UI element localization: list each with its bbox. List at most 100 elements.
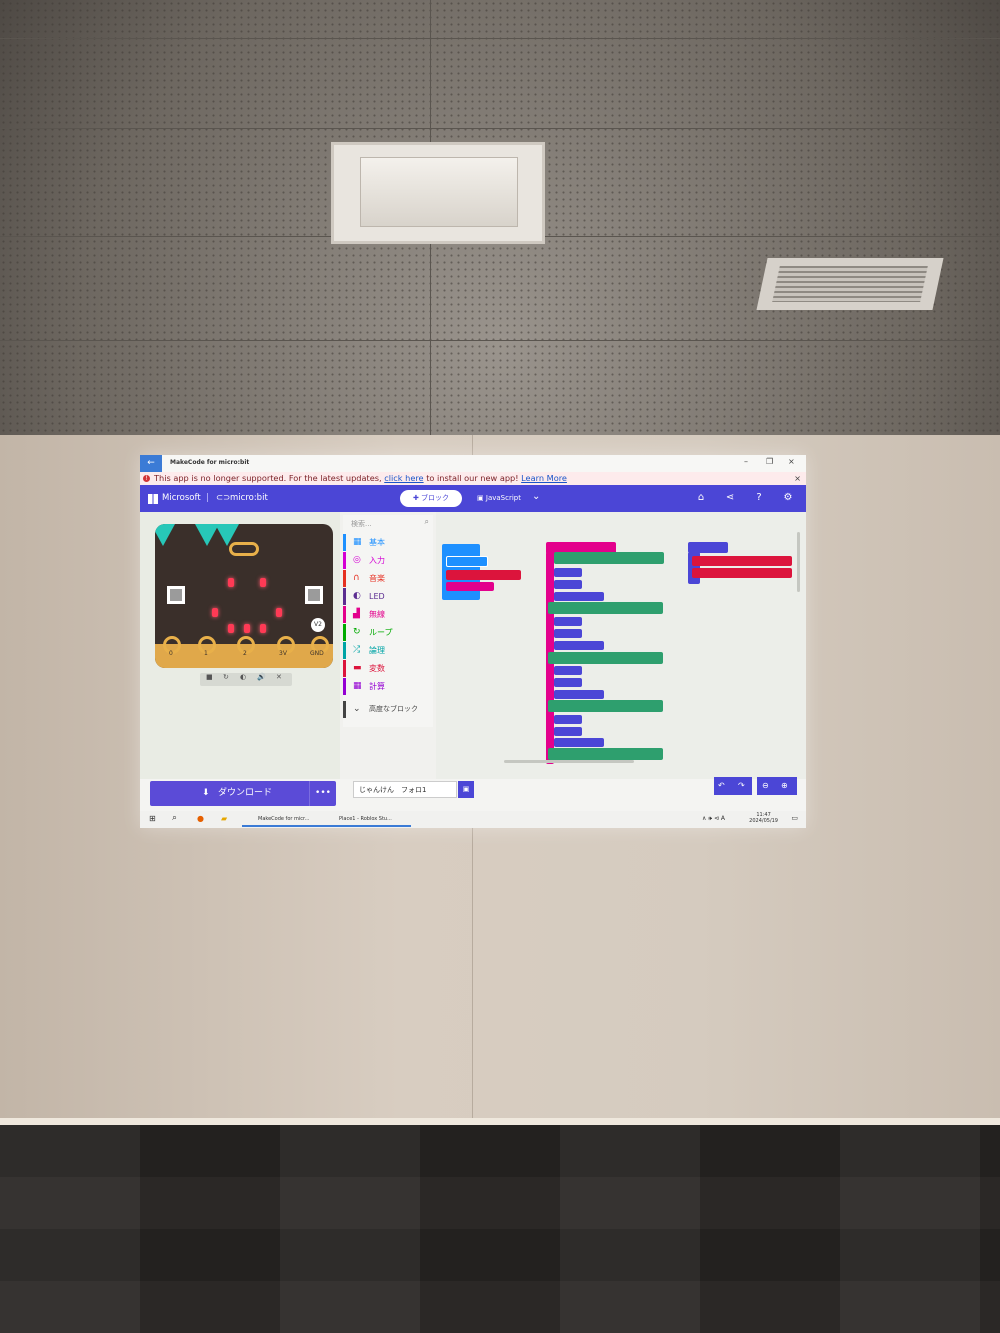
stop-icon[interactable]: ■ — [206, 673, 213, 681]
tab-blocks[interactable]: ✚ ブロック — [400, 490, 462, 507]
else-if-block[interactable] — [548, 602, 663, 614]
zoom-out-button[interactable]: ⊖ — [762, 777, 769, 795]
microsoft-brand[interactable]: Microsoft — [162, 493, 201, 503]
statement-block[interactable] — [554, 715, 582, 724]
statement-block[interactable] — [554, 580, 582, 589]
download-button[interactable]: ⬇ ダウンロード ••• — [150, 781, 336, 806]
board-corner-decor — [155, 524, 175, 546]
taskbar-clock[interactable]: 11:47 2024/05/19 — [749, 812, 778, 824]
minimize-button[interactable]: – — [744, 457, 748, 466]
category-label: 計算 — [369, 682, 385, 691]
language-dropdown-icon[interactable]: ⌄ — [532, 491, 540, 502]
home-icon[interactable]: ⌂ — [694, 491, 708, 505]
statement-block[interactable] — [554, 666, 582, 675]
statement-block[interactable] — [554, 629, 582, 638]
brand-divider: | — [206, 493, 209, 503]
toolbox: 検索... ⌕ ▦ 基本 ◎ 入力 ∩ 音楽 ◐ LED ▟ 無線 ↻ ループ ⤮ 論理 ▬ 変… — [343, 515, 433, 727]
close-window-button[interactable]: × — [788, 457, 795, 466]
category-led[interactable]: ◐ LED — [343, 588, 433, 605]
statement-block[interactable] — [554, 727, 582, 736]
notification-icon[interactable]: ▭ — [791, 814, 798, 822]
led-pixel — [260, 578, 266, 587]
blocks-workspace[interactable] — [436, 512, 806, 779]
back-arrow-icon[interactable]: ← — [140, 455, 162, 472]
js-icon: ▣ — [477, 494, 486, 502]
send-number-block[interactable] — [692, 568, 792, 578]
category-music[interactable]: ∩ 音楽 — [343, 570, 433, 587]
category-math[interactable]: ▦ 計算 — [343, 678, 433, 695]
led-pixel — [212, 608, 218, 617]
slowmo-icon[interactable]: ◐ — [240, 673, 246, 681]
category-label: LED — [369, 592, 385, 601]
else-if-block[interactable] — [548, 748, 663, 760]
category-advanced[interactable]: ⌄ 高度なブロック — [343, 701, 433, 718]
windows-start-icon[interactable]: ⊞ — [149, 814, 156, 823]
fullscreen-icon[interactable]: ✕ — [276, 673, 282, 681]
button-b[interactable] — [305, 586, 323, 604]
microbit-brand[interactable]: micro:bit — [230, 493, 268, 503]
statement-block[interactable] — [554, 592, 604, 601]
tab-javascript[interactable]: ▣ JavaScript — [470, 490, 528, 507]
vertical-scrollbar[interactable] — [797, 532, 800, 592]
undo-button[interactable]: ↶ — [718, 777, 725, 795]
maximize-button[interactable]: ❐ — [766, 457, 773, 466]
if-block[interactable] — [554, 552, 664, 564]
firefox-icon[interactable]: ● — [197, 814, 204, 823]
ceiling-grid-line — [0, 340, 1000, 341]
redo-button[interactable]: ↷ — [738, 777, 745, 795]
category-loops[interactable]: ↻ ループ — [343, 624, 433, 641]
statement-block[interactable] — [554, 641, 604, 650]
button-a[interactable] — [167, 586, 185, 604]
toolbox-search-input[interactable]: 検索... — [345, 517, 431, 531]
category-input[interactable]: ◎ 入力 — [343, 552, 433, 569]
else-if-block[interactable] — [548, 652, 663, 664]
project-name-input[interactable]: じゃんけん フォロ1 — [353, 781, 457, 798]
pin-label: 0 — [169, 650, 173, 657]
window-title: MakeCode for micro:bit — [170, 459, 250, 466]
microsoft-logo-icon — [148, 494, 158, 504]
zoom-in-button[interactable]: ⊕ — [781, 777, 788, 795]
statement-block[interactable] — [554, 690, 604, 699]
else-if-block[interactable] — [548, 700, 663, 712]
pin-label: GND — [310, 650, 324, 657]
category-logic[interactable]: ⤮ 論理 — [343, 642, 433, 659]
click-here-link[interactable]: click here — [384, 473, 423, 483]
learn-more-link[interactable]: Learn More — [521, 473, 567, 483]
mute-icon[interactable]: 🔊 — [257, 673, 266, 681]
calculator-icon: ▦ — [353, 681, 362, 691]
led-pixel — [228, 624, 234, 633]
radio-group-block[interactable] — [446, 582, 494, 591]
show-icon-block[interactable] — [446, 556, 488, 567]
send-number-block[interactable] — [692, 556, 792, 566]
taskbar-app-makecode[interactable]: MakeCode for micr... — [242, 813, 330, 827]
statement-block[interactable] — [554, 738, 604, 747]
help-icon[interactable]: ? — [752, 491, 766, 505]
touch-logo-icon[interactable] — [229, 542, 259, 556]
share-icon[interactable]: ⋖ — [723, 491, 737, 505]
statement-block[interactable] — [554, 617, 582, 626]
horizontal-scrollbar[interactable] — [504, 760, 634, 763]
save-icon[interactable]: ▣ — [458, 781, 474, 798]
settings-icon[interactable]: ⚙ — [781, 491, 795, 505]
microbit-simulator[interactable]: 0 1 2 3V GND V2 — [155, 524, 333, 668]
category-variables[interactable]: ▬ 変数 — [343, 660, 433, 677]
taskbar-app-roblox[interactable]: Place1 - Roblox Stu... — [323, 813, 411, 827]
v2-badge: V2 — [311, 618, 325, 632]
more-options-button[interactable]: ••• — [309, 781, 336, 806]
statement-block[interactable] — [554, 568, 582, 577]
led-pixel — [244, 624, 250, 633]
search-icon[interactable]: ⌕ — [172, 813, 177, 823]
restart-icon[interactable]: ↻ — [223, 673, 229, 681]
system-tray[interactable]: ∧ 🕪 ⊲ A — [702, 815, 725, 823]
simulator-controls: ■ ↻ ◐ 🔊 ✕ — [200, 673, 292, 686]
loop-icon: ↻ — [353, 627, 361, 637]
banner-close-button[interactable]: × — [794, 472, 801, 485]
windows-taskbar: ⊞ ⌕ ● ▰ MakeCode for micr... Place1 - Ro… — [140, 811, 806, 828]
target-icon: ◎ — [353, 555, 361, 565]
file-explorer-icon[interactable]: ▰ — [221, 814, 227, 823]
set-variable-block[interactable] — [446, 570, 521, 580]
category-basic[interactable]: ▦ 基本 — [343, 534, 433, 551]
statement-block[interactable] — [554, 678, 582, 687]
category-label: 基本 — [369, 538, 385, 547]
category-radio[interactable]: ▟ 無線 — [343, 606, 433, 623]
